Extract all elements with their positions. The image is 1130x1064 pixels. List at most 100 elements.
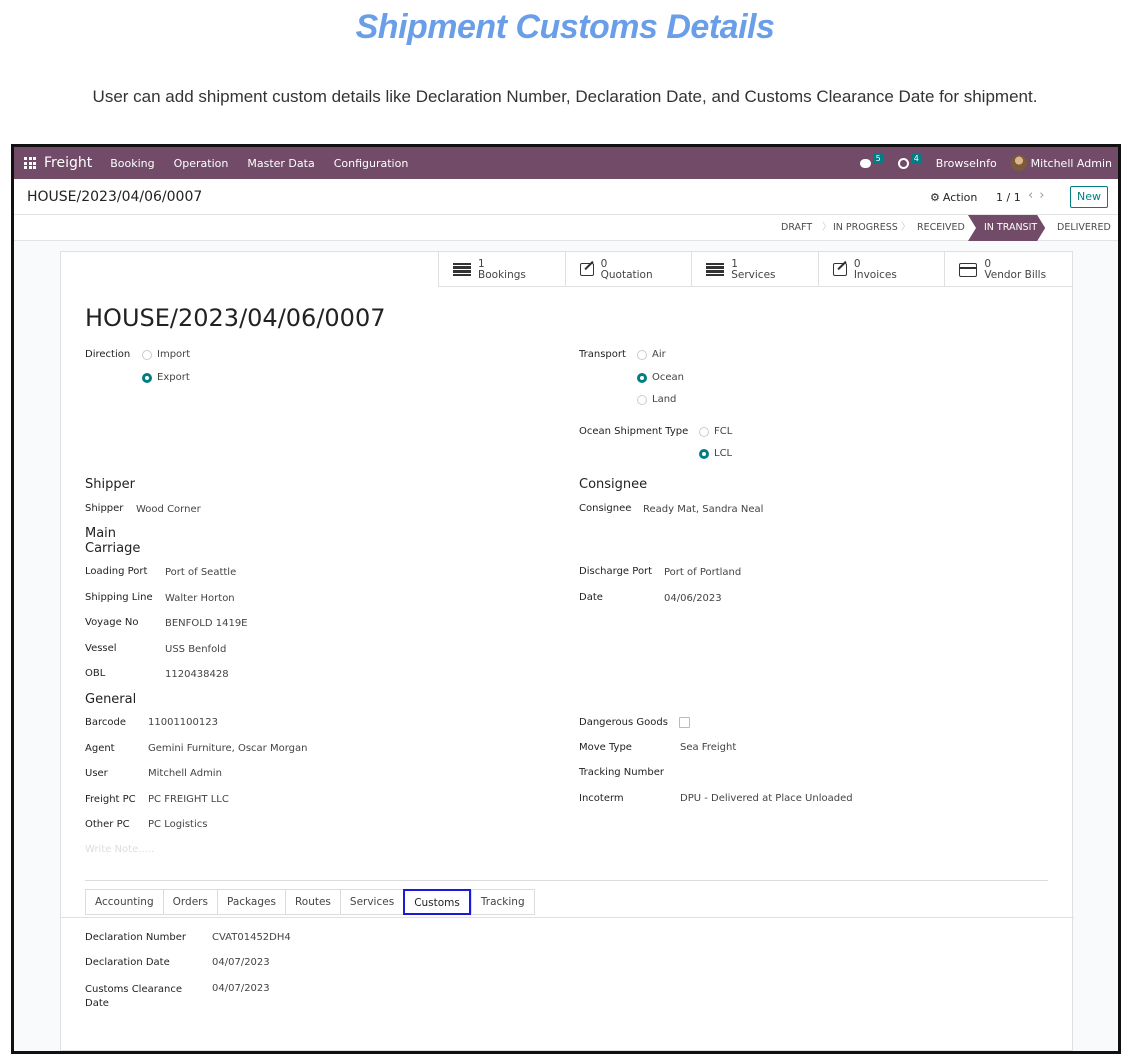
- declaration-number-label: Declaration Number: [85, 932, 187, 943]
- freight-pc-field[interactable]: PC FREIGHT LLC: [148, 794, 229, 805]
- shipper-label: Shipper: [85, 503, 124, 514]
- agent-field[interactable]: Gemini Furniture, Oscar Morgan: [148, 743, 307, 754]
- quotation-smart-button[interactable]: 0 Quotation: [566, 252, 693, 287]
- menu-booking[interactable]: Booking: [110, 157, 154, 170]
- shipper-field[interactable]: Wood Corner: [136, 504, 201, 515]
- menu-configuration[interactable]: Configuration: [334, 157, 409, 170]
- app-screenshot-frame: Freight Booking Operation Master Data Co…: [11, 144, 1121, 1054]
- tab-accounting[interactable]: Accounting: [85, 889, 163, 915]
- menu-operation[interactable]: Operation: [174, 157, 229, 170]
- vessel-field[interactable]: USS Benfold: [165, 644, 226, 655]
- form-sheet: 1 Bookings 0 Quotation 1 Services 0 Invoices…: [60, 251, 1074, 1051]
- company-switcher[interactable]: BrowseInfo: [936, 157, 997, 170]
- user-menu[interactable]: Mitchell Admin: [1010, 155, 1112, 171]
- smart-button-box: 1 Bookings 0 Quotation 1 Services 0 Invoices…: [438, 252, 1072, 287]
- freight-pc-label: Freight PC: [85, 794, 136, 805]
- clock-icon: [897, 157, 909, 169]
- customs-clearance-date-label: Customs Clearance Date: [85, 983, 182, 1011]
- voyage-no-field[interactable]: BENFOLD 1419E: [165, 618, 248, 629]
- barcode-label: Barcode: [85, 717, 126, 728]
- user-field[interactable]: Mitchell Admin: [148, 768, 222, 779]
- action-menu-button[interactable]: ⚙ Action: [930, 191, 977, 204]
- top-navbar: Freight Booking Operation Master Data Co…: [14, 147, 1118, 179]
- new-button[interactable]: New: [1070, 186, 1108, 208]
- direction-import-radio[interactable]: Import: [142, 349, 190, 360]
- bookings-count: 1: [478, 257, 485, 270]
- notebook-tabs: Accounting Orders Packages Routes Servic…: [85, 889, 535, 915]
- vendor-bills-smart-button[interactable]: 0 Vendor Bills: [945, 252, 1072, 287]
- shipper-group-title: Shipper: [85, 477, 135, 492]
- ocean-fcl-radio[interactable]: FCL: [699, 426, 732, 437]
- chevron-left-icon[interactable]: ‹: [1028, 188, 1039, 203]
- direction-export-radio[interactable]: Export: [142, 372, 190, 383]
- shipping-line-field[interactable]: Walter Horton: [165, 593, 235, 604]
- tab-customs[interactable]: Customs: [403, 889, 471, 915]
- gear-icon: ⚙: [930, 191, 940, 204]
- customs-clearance-date-field[interactable]: 04/07/2023: [212, 983, 270, 994]
- page-description: User can add shipment custom details lik…: [92, 87, 1038, 106]
- declaration-number-field[interactable]: CVAT01452DH4: [212, 932, 291, 943]
- voyage-no-label: Voyage No: [85, 617, 139, 628]
- tab-routes[interactable]: Routes: [284, 889, 340, 915]
- stage-draft[interactable]: DRAFT: [781, 215, 812, 241]
- user-label: User: [85, 768, 108, 779]
- pager-value[interactable]: 1 / 1: [996, 191, 1021, 204]
- transport-ocean-radio[interactable]: Ocean: [637, 372, 684, 383]
- shipping-line-label: Shipping Line: [85, 592, 153, 603]
- stage-in-progress[interactable]: IN PROGRESS: [833, 215, 898, 241]
- quotation-label: Quotation: [600, 268, 653, 281]
- user-name: Mitchell Admin: [1030, 156, 1112, 170]
- consignee-field[interactable]: Ready Mat, Sandra Neal: [643, 504, 763, 515]
- stage-in-transit[interactable]: IN TRANSIT: [968, 215, 1045, 241]
- loading-port-field[interactable]: Port of Seattle: [165, 567, 236, 578]
- activities-badge: 4: [910, 154, 922, 164]
- dangerous-goods-checkbox[interactable]: [679, 717, 690, 728]
- apps-grid-icon[interactable]: [24, 157, 36, 169]
- tab-orders[interactable]: Orders: [162, 889, 217, 915]
- move-type-field[interactable]: Sea Freight: [680, 742, 736, 753]
- stage-separator: 〉: [822, 222, 832, 233]
- declaration-date-label: Declaration Date: [85, 957, 170, 968]
- tab-tracking[interactable]: Tracking: [470, 889, 535, 915]
- tracking-number-label: Tracking Number: [579, 767, 664, 778]
- services-smart-button[interactable]: 1 Services: [692, 252, 819, 287]
- main-carriage-group-title: Main Carriage: [85, 526, 141, 556]
- customs-clearance-label-line1: Customs Clearance: [85, 984, 182, 995]
- list-icon: [453, 262, 472, 277]
- messages-button[interactable]: 5: [859, 154, 884, 168]
- discharge-port-field[interactable]: Port of Portland: [664, 567, 741, 578]
- vessel-label: Vessel: [85, 643, 117, 654]
- declaration-date-field[interactable]: 04/07/2023: [212, 957, 270, 968]
- stage-received[interactable]: RECEIVED: [917, 215, 965, 241]
- edit-icon: [832, 263, 847, 276]
- note-field[interactable]: Write Note.....: [85, 844, 154, 855]
- bookings-label: Bookings: [478, 268, 526, 281]
- action-label: Action: [942, 191, 978, 204]
- invoices-smart-button[interactable]: 0 Invoices: [819, 252, 946, 287]
- dangerous-goods-label: Dangerous Goods: [579, 717, 668, 728]
- transport-label: Transport: [579, 349, 626, 360]
- chevron-right-icon[interactable]: ›: [1039, 188, 1050, 203]
- avatar: [1010, 155, 1027, 171]
- discharge-port-label: Discharge Port: [579, 566, 653, 577]
- menu-master-data[interactable]: Master Data: [247, 157, 314, 170]
- transport-land-radio[interactable]: Land: [637, 394, 676, 405]
- barcode-field[interactable]: 11001100123: [148, 717, 218, 728]
- tab-underline: [61, 917, 1074, 918]
- tab-packages[interactable]: Packages: [216, 889, 285, 915]
- app-brand[interactable]: Freight: [44, 155, 92, 171]
- activities-button[interactable]: 4: [897, 154, 922, 169]
- obl-field[interactable]: 1120438428: [165, 669, 229, 680]
- pager-arrows: ‹›: [1028, 188, 1050, 203]
- other-pc-field[interactable]: PC Logistics: [148, 819, 207, 830]
- incoterm-field[interactable]: DPU - Delivered at Place Unloaded: [680, 793, 853, 804]
- invoices-count: 0: [853, 257, 861, 270]
- stage-delivered[interactable]: DELIVERED: [1057, 215, 1111, 241]
- tab-services[interactable]: Services: [339, 889, 404, 915]
- ocean-lcl-radio[interactable]: LCL: [699, 448, 732, 459]
- date-field[interactable]: 04/06/2023: [664, 593, 722, 604]
- vendor-bills-count: 0: [984, 257, 992, 270]
- bookings-smart-button[interactable]: 1 Bookings: [439, 252, 566, 287]
- messages-badge: 5: [872, 154, 884, 164]
- transport-air-radio[interactable]: Air: [637, 349, 666, 360]
